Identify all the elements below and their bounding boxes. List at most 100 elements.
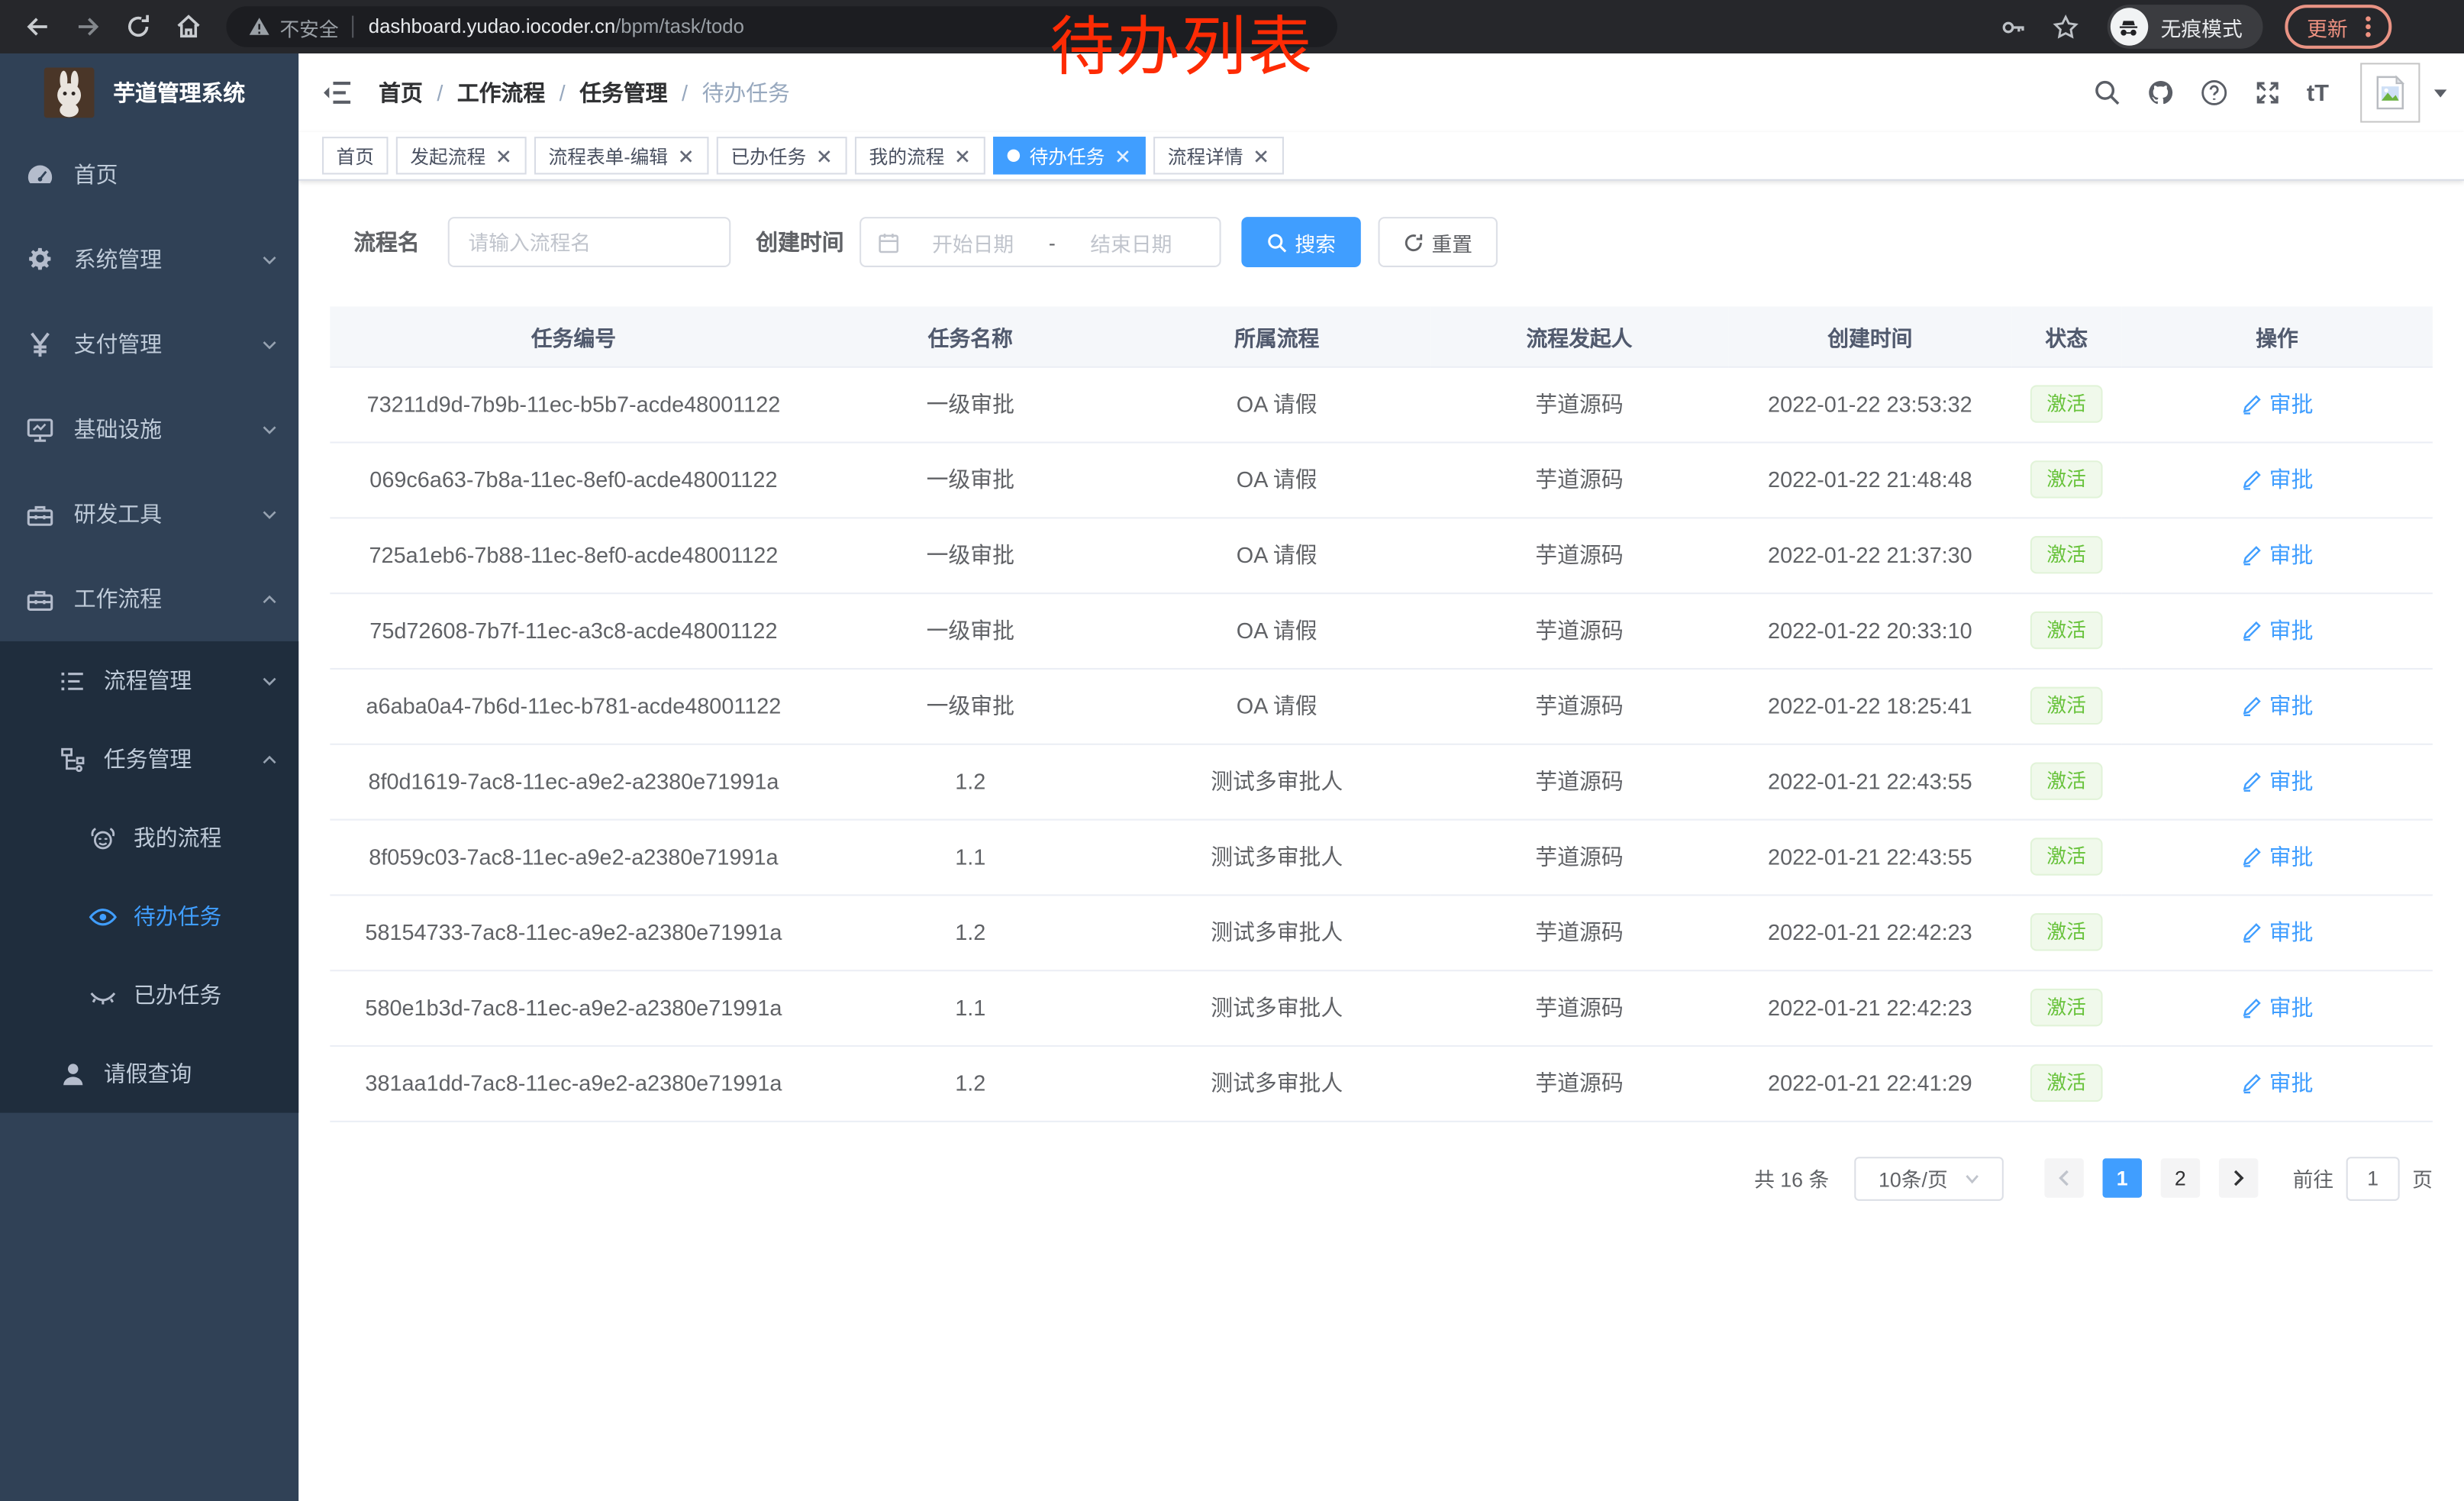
back-icon[interactable] (24, 12, 52, 40)
sidebar-item-workflow[interactable]: 工作流程 (0, 557, 298, 641)
create-time-cell: 2022-01-22 20:33:10 (1729, 592, 2012, 668)
sidebar-item-leave-query[interactable]: 请假查询 (0, 1035, 298, 1113)
chevron-right-icon (2230, 1170, 2247, 1187)
column-header: 流程发起人 (1430, 306, 1728, 366)
next-page-button[interactable] (2219, 1158, 2258, 1197)
close-icon[interactable] (1114, 147, 1132, 164)
approve-button[interactable]: 审批 (2241, 463, 2314, 495)
process-cell: OA 请假 (1124, 592, 1430, 668)
close-icon[interactable] (954, 147, 972, 164)
font-size-icon[interactable]: tT (2307, 79, 2329, 106)
date-range-picker[interactable]: 开始日期 - 结束日期 (859, 217, 1221, 267)
goto-page-input[interactable]: 1 (2346, 1156, 2400, 1200)
task-name-cell: 一级审批 (818, 592, 1124, 668)
end-date-placeholder: 结束日期 (1059, 227, 1204, 257)
approve-button[interactable]: 审批 (2241, 690, 2314, 721)
app-title: 芋道管理系统 (113, 77, 245, 108)
process-name-input[interactable] (448, 217, 731, 267)
sidebar-item-todo-tasks[interactable]: 待办任务 (0, 877, 298, 956)
approve-button[interactable]: 审批 (2241, 992, 2314, 1023)
initiator-cell: 芋道源码 (1430, 744, 1728, 819)
initiator-cell: 芋道源码 (1430, 592, 1728, 668)
approve-button[interactable]: 审批 (2241, 388, 2314, 419)
column-header: 状态 (2011, 306, 2121, 366)
task-name-cell: 1.1 (818, 819, 1124, 895)
task-id-cell: 725a1eb6-7b88-11ec-8ef0-acde48001122 (330, 517, 817, 592)
dashboard-icon (25, 160, 55, 189)
view-tab[interactable]: 流程详情 (1153, 137, 1284, 174)
close-icon[interactable] (495, 147, 513, 164)
avatar[interactable] (2360, 63, 2420, 122)
page-button-2[interactable]: 2 (2161, 1158, 2200, 1197)
task-id-cell: 8f0d1619-7ac8-11ec-a9e2-a2380e71991a (330, 744, 817, 819)
view-tab[interactable]: 我的流程 (855, 137, 985, 174)
process-name-label: 流程名 (353, 226, 419, 257)
edit-icon (2241, 921, 2263, 943)
process-cell: 测试多审批人 (1124, 970, 1430, 1045)
chevron-down-icon (261, 250, 279, 268)
table-row: 73211d9d-7b9b-11ec-b5b7-acde48001122 一级审… (330, 366, 2433, 442)
search-icon[interactable] (2093, 79, 2121, 107)
reset-button[interactable]: 重置 (1379, 217, 1498, 267)
key-icon[interactable] (2001, 13, 2027, 40)
edit-icon (2241, 393, 2263, 415)
close-icon[interactable] (816, 147, 834, 164)
initiator-cell: 芋道源码 (1430, 970, 1728, 1045)
github-icon[interactable] (2146, 79, 2175, 107)
initiator-cell: 芋道源码 (1430, 1045, 1728, 1121)
search-button[interactable]: 搜索 (1241, 217, 1360, 267)
close-icon[interactable] (677, 147, 695, 164)
approve-button[interactable]: 审批 (2241, 841, 2314, 872)
start-date-placeholder: 开始日期 (901, 227, 1046, 257)
breadcrumb-item[interactable]: 任务管理 (579, 77, 667, 108)
sidebar-toggle-icon[interactable] (322, 77, 353, 108)
incognito-icon (2111, 8, 2148, 45)
update-button[interactable]: 更新 (2285, 5, 2391, 49)
home-icon[interactable] (175, 12, 203, 40)
sidebar-item-home[interactable]: 首页 (0, 132, 298, 217)
page-size-select[interactable]: 10条/页 (1854, 1156, 2004, 1200)
approve-button[interactable]: 审批 (2241, 539, 2314, 570)
view-tab[interactable]: 首页 (322, 137, 388, 174)
close-icon[interactable] (1253, 147, 1270, 164)
sidebar-item-infrastructure[interactable]: 基础设施 (0, 386, 298, 471)
forward-icon[interactable] (74, 12, 102, 40)
sidebar-item-system[interactable]: 系统管理 (0, 217, 298, 302)
caret-down-icon[interactable] (2433, 85, 2449, 101)
approve-button[interactable]: 审批 (2241, 766, 2314, 797)
approve-button[interactable]: 审批 (2241, 615, 2314, 646)
star-icon[interactable] (2053, 13, 2079, 40)
status-badge: 激活 (2031, 536, 2102, 574)
view-tab[interactable]: 待办任务 (993, 137, 1146, 174)
approve-button[interactable]: 审批 (2241, 916, 2314, 947)
sidebar-item-my-process[interactable]: 我的流程 (0, 799, 298, 877)
sidebar-item-payment[interactable]: 支付管理 (0, 302, 298, 386)
prev-page-button[interactable] (2044, 1158, 2083, 1197)
help-icon[interactable] (2200, 79, 2228, 107)
search-icon (1266, 232, 1287, 253)
page-button-1[interactable]: 1 (2102, 1158, 2141, 1197)
broken-image-icon (2372, 74, 2409, 111)
view-tab[interactable]: 发起流程 (396, 137, 527, 174)
breadcrumb-item[interactable]: 工作流程 (457, 77, 545, 108)
process-cell: 测试多审批人 (1124, 744, 1430, 819)
approve-button[interactable]: 审批 (2241, 1067, 2314, 1099)
process-cell: OA 请假 (1124, 441, 1430, 517)
sidebar-item-process-management[interactable]: 流程管理 (0, 641, 298, 720)
initiator-cell: 芋道源码 (1430, 517, 1728, 592)
sidebar-item-devtools[interactable]: 研发工具 (0, 472, 298, 557)
view-tab[interactable]: 流程表单-编辑 (534, 137, 709, 174)
chevron-left-icon (2056, 1170, 2073, 1187)
initiator-cell: 芋道源码 (1430, 819, 1728, 895)
app-logo-row[interactable]: 芋道管理系统 (0, 53, 298, 132)
sidebar-item-done-tasks[interactable]: 已办任务 (0, 956, 298, 1035)
reload-icon[interactable] (124, 12, 153, 40)
sidebar-item-task-management[interactable]: 任务管理 (0, 720, 298, 799)
fullscreen-icon[interactable] (2253, 79, 2282, 107)
chevron-down-icon (261, 672, 279, 689)
breadcrumb-item[interactable]: 首页 (379, 77, 423, 108)
initiator-cell: 芋道源码 (1430, 894, 1728, 970)
view-tab[interactable]: 已办任务 (717, 137, 847, 174)
browser-menu-icon[interactable] (2357, 15, 2379, 40)
process-cell: 测试多审批人 (1124, 1045, 1430, 1121)
